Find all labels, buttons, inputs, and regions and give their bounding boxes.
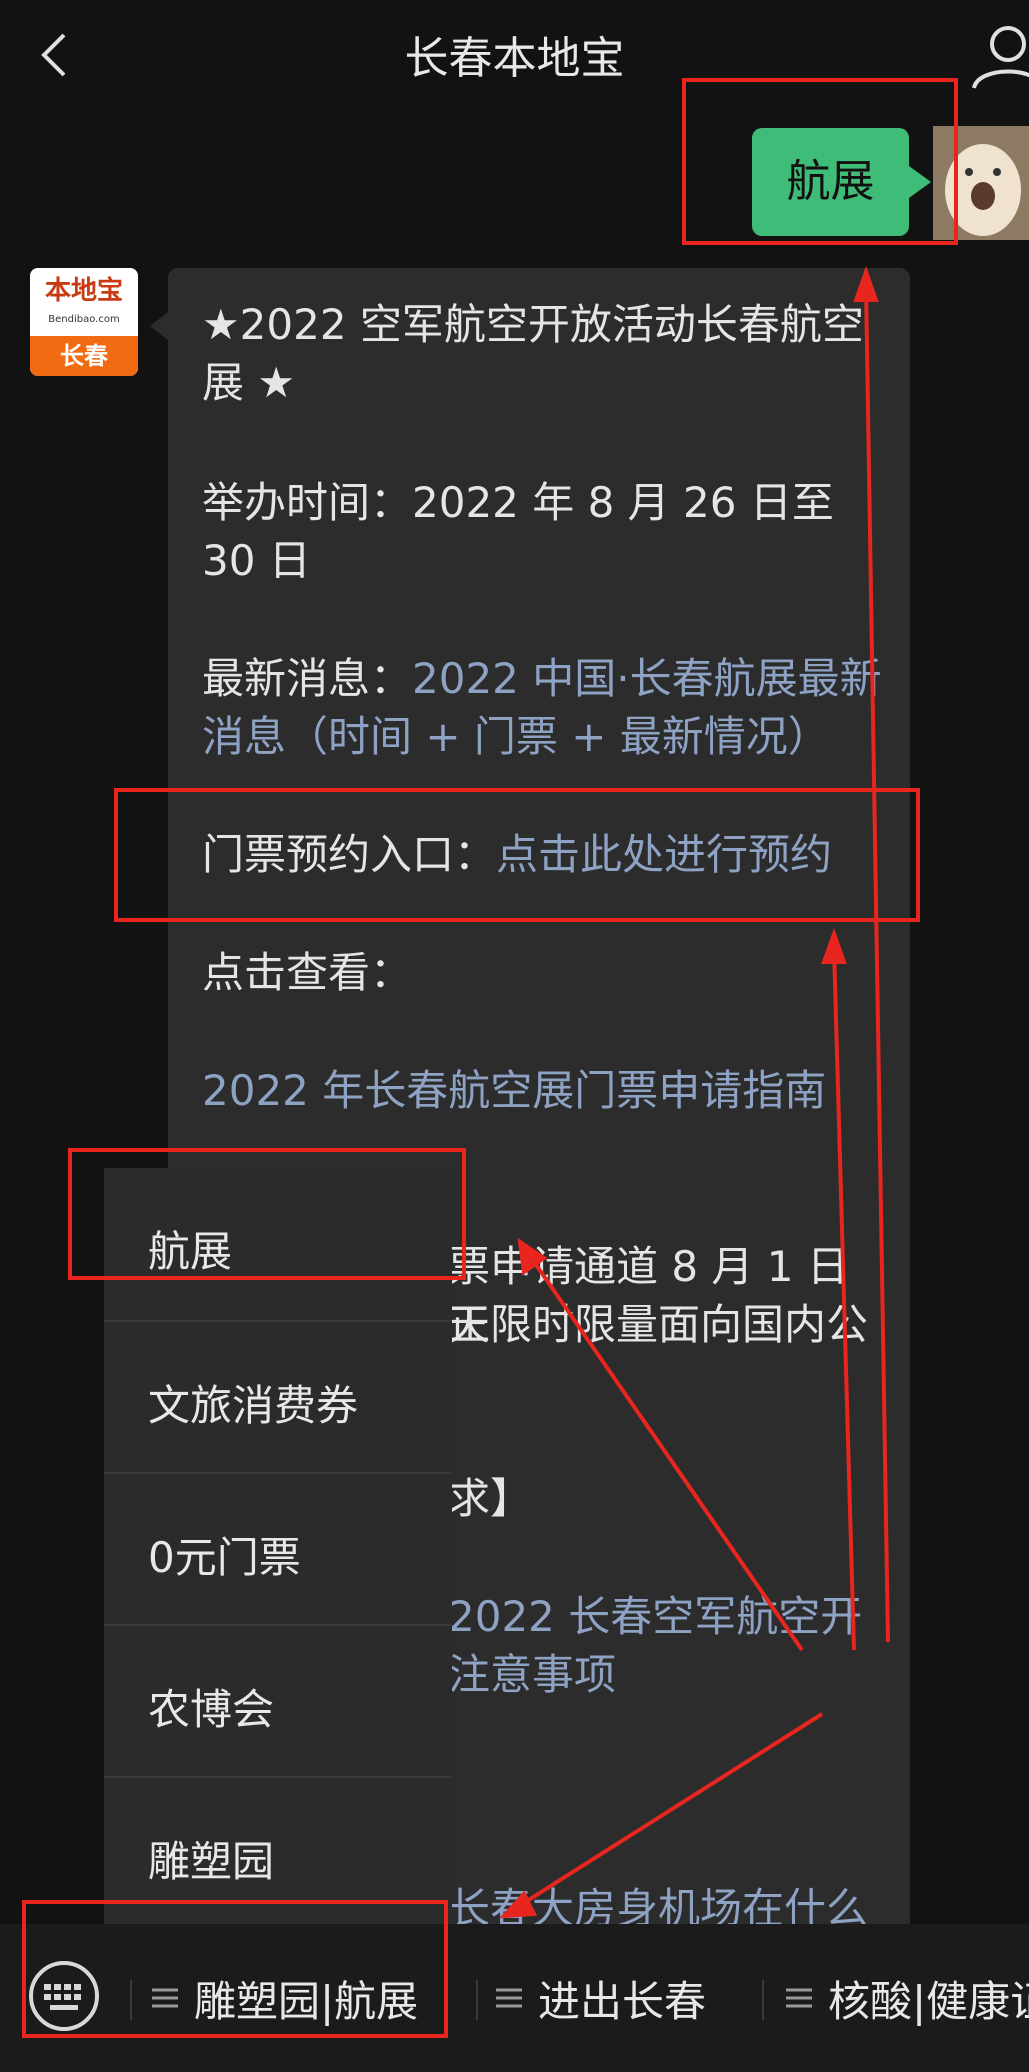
- bot-avatar[interactable]: 本地宝 Bendibao.com 长春: [30, 268, 138, 376]
- view-label: 点击查看：: [202, 948, 413, 997]
- page-title: 长春本地宝: [404, 33, 625, 84]
- keyboard-icon[interactable]: [28, 1960, 100, 2032]
- bottom-menu-sculpture-airshow[interactable]: 雕塑园|航展: [150, 1966, 418, 2030]
- menu-lines-icon: [152, 1988, 178, 2008]
- divider: [762, 1980, 764, 2020]
- bendibao-logo: 本地宝 Bendibao.com: [30, 268, 138, 336]
- divider: [476, 1980, 478, 2020]
- menu-item-voucher[interactable]: 文旅消费券: [104, 1320, 452, 1472]
- sub-menu: 航展 文旅消费券 0元门票 农博会 雕塑园: [104, 1168, 452, 1926]
- ticket-entry: 门票预约入口：点击此处进行预约: [202, 830, 833, 879]
- ticket-booking-link[interactable]: 点击此处进行预约: [496, 830, 832, 879]
- event-title: ★2022 空军航空开放活动长春航空展 ★: [202, 300, 864, 407]
- user-message-bubble[interactable]: 航展: [752, 128, 931, 236]
- bottom-menu-bar: 雕塑园|航展 进出长春 核酸|健康证: [0, 1924, 1029, 2072]
- partial-line: 求】: [448, 1474, 533, 1523]
- bottom-menu-travel[interactable]: 进出长春: [494, 1966, 706, 2030]
- menu-item-air-show[interactable]: 航展: [104, 1168, 452, 1320]
- menu-item-sculpture-park[interactable]: 雕塑园: [104, 1776, 452, 1928]
- person-icon[interactable]: [968, 20, 1029, 90]
- menu-lines-icon: [496, 1988, 522, 2008]
- header: 长春本地宝: [0, 0, 1029, 110]
- partial-link[interactable]: 注意事项: [448, 1646, 888, 1704]
- latest-news: 最新消息：2022 中国·长春航展最新消息（时间 + 门票 + 最新情况）: [202, 654, 882, 761]
- cat-avatar-image: [933, 126, 1029, 240]
- event-time: 举办时间：2022 年 8 月 26 日至 30 日: [202, 478, 834, 585]
- partial-link[interactable]: 2022 长春空军航空开: [448, 1588, 888, 1646]
- menu-item-agri-expo[interactable]: 农博会: [104, 1624, 452, 1776]
- divider: [130, 1980, 132, 2020]
- city-label: 长春: [30, 336, 138, 376]
- user-avatar[interactable]: [933, 126, 1029, 240]
- guide-link[interactable]: 2022 年长春航空展门票申请指南: [202, 1062, 882, 1120]
- menu-lines-icon: [786, 1988, 812, 2008]
- menu-item-free-ticket[interactable]: 0元门票: [104, 1472, 452, 1624]
- partial-line: 天限时限量面向国内公: [448, 1300, 869, 1349]
- bottom-menu-health[interactable]: 核酸|健康证: [784, 1966, 1029, 2030]
